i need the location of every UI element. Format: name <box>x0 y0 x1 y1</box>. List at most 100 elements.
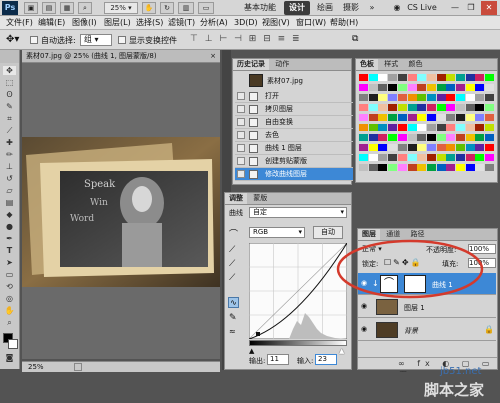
color-swatch[interactable] <box>426 104 436 111</box>
color-swatch[interactable] <box>436 94 446 101</box>
color-swatch[interactable] <box>436 164 446 171</box>
eyedropper-icon[interactable]: ⟋ <box>3 126 16 135</box>
color-swatch[interactable] <box>485 114 495 121</box>
color-swatch[interactable] <box>388 124 398 131</box>
color-swatch[interactable] <box>456 154 465 161</box>
tab-masks[interactable]: 蒙版 <box>249 193 271 204</box>
color-swatch[interactable] <box>426 154 436 161</box>
color-swatch[interactable] <box>407 154 417 161</box>
visibility-eye-icon[interactable]: ◉ <box>361 326 369 333</box>
color-swatch[interactable] <box>456 134 465 141</box>
color-swatch[interactable] <box>475 74 485 81</box>
color-swatch[interactable] <box>436 144 446 151</box>
history-snapshot[interactable]: 素材07.jpg <box>235 73 351 89</box>
menu-filter[interactable]: 滤镜(T) <box>168 16 195 30</box>
color-swatch[interactable] <box>378 164 388 171</box>
channel-dropdown[interactable]: RGB ▾ <box>249 227 305 238</box>
color-swatch[interactable] <box>485 134 495 141</box>
crop-icon[interactable]: ⌗ <box>3 114 16 123</box>
color-swatch[interactable] <box>378 154 388 161</box>
color-swatch[interactable] <box>426 74 436 81</box>
brush-icon[interactable]: ✏ <box>3 150 16 159</box>
tab-adjustments[interactable]: 调整 <box>225 193 247 204</box>
menu-select[interactable]: 选择(S) <box>136 16 163 30</box>
tab-actions[interactable]: 动作 <box>271 59 293 70</box>
healing-brush-icon[interactable]: ✚ <box>3 138 16 147</box>
move-icon[interactable]: ✥ <box>3 66 16 75</box>
color-swatch[interactable] <box>378 74 388 81</box>
color-swatch[interactable] <box>397 114 407 121</box>
color-swatch[interactable] <box>436 124 446 131</box>
color-swatch[interactable] <box>426 134 436 141</box>
history-item[interactable]: 曲线 1 图层 <box>235 142 353 155</box>
color-swatch[interactable] <box>368 114 378 121</box>
color-swatch[interactable] <box>475 144 485 151</box>
color-swatch[interactable] <box>446 154 456 161</box>
color-swatch[interactable] <box>446 114 456 121</box>
menu-file[interactable]: 文件(F) <box>6 16 33 30</box>
color-swatch[interactable] <box>368 104 378 111</box>
background-color[interactable] <box>8 339 18 349</box>
color-swatch[interactable] <box>407 144 417 151</box>
pencil-curve-icon[interactable]: ✎ <box>229 313 237 323</box>
color-swatch[interactable] <box>407 124 417 131</box>
align-buttons[interactable]: ⊤ ⊥ ⊢ ⊣ ⊞ ⊟ ≡ ≣ <box>190 34 340 46</box>
menu-help[interactable]: 帮助(H) <box>330 16 358 30</box>
marquee-icon[interactable]: ⬚ <box>3 78 16 87</box>
color-swatch[interactable] <box>397 74 407 81</box>
color-swatch[interactable] <box>417 144 427 151</box>
tab-history[interactable]: 历史记录 <box>233 59 269 70</box>
tab-styles[interactable]: 样式 <box>380 59 402 70</box>
color-swatch[interactable] <box>417 134 427 141</box>
visibility-eye-icon[interactable]: ◉ <box>361 303 369 310</box>
color-swatch[interactable] <box>359 154 368 161</box>
color-swatch[interactable] <box>359 94 368 101</box>
clone-stamp-icon[interactable]: ⊥ <box>3 162 16 171</box>
quick-mask-icon[interactable]: ◙ <box>3 353 16 362</box>
color-swatch[interactable] <box>426 124 436 131</box>
color-swatch[interactable] <box>485 154 495 161</box>
color-swatch[interactable] <box>397 154 407 161</box>
color-swatch[interactable] <box>446 84 456 91</box>
quick-select-icon[interactable]: ✎ <box>3 102 16 111</box>
dodge-icon[interactable]: ● <box>3 222 16 231</box>
move-tool-icon[interactable]: ✥▾ <box>6 34 19 45</box>
color-swatch[interactable] <box>368 144 378 151</box>
color-swatch[interactable] <box>475 94 485 101</box>
color-swatch[interactable] <box>475 124 485 131</box>
color-swatch[interactable] <box>407 104 417 111</box>
color-swatch[interactable] <box>446 104 456 111</box>
color-swatch[interactable] <box>475 114 485 121</box>
color-swatch[interactable] <box>426 164 436 171</box>
color-swatch[interactable] <box>368 124 378 131</box>
color-swatch[interactable] <box>378 94 388 101</box>
rotate-view-icon[interactable]: ↻ <box>160 2 174 14</box>
close-button[interactable]: ✕ <box>481 1 497 15</box>
color-swatch[interactable] <box>417 114 427 121</box>
status-arrow-icon[interactable] <box>74 363 82 371</box>
color-swatch[interactable] <box>465 74 475 81</box>
history-item[interactable]: 拷贝图层 <box>235 103 353 116</box>
color-swatch[interactable] <box>426 114 436 121</box>
color-swatch[interactable] <box>397 84 407 91</box>
color-swatch[interactable] <box>388 154 398 161</box>
lasso-icon[interactable]: ʘ <box>3 90 16 99</box>
menu-view[interactable]: 视图(V) <box>262 16 290 30</box>
hand-icon[interactable]: ✋ <box>3 306 16 315</box>
color-swatch[interactable] <box>456 124 465 131</box>
color-swatch[interactable] <box>417 74 427 81</box>
color-swatch[interactable] <box>359 124 368 131</box>
color-swatch[interactable] <box>465 134 475 141</box>
color-swatch[interactable] <box>456 94 465 101</box>
color-swatch[interactable] <box>485 104 495 111</box>
mini-bridge-icon[interactable]: ▤ <box>42 2 56 14</box>
color-swatch[interactable] <box>388 84 398 91</box>
input-input[interactable]: 23 <box>315 354 337 365</box>
color-swatch[interactable] <box>465 84 475 91</box>
color-swatch[interactable] <box>426 84 436 91</box>
workspace-design[interactable]: 设计 <box>284 1 310 15</box>
3d-rotate-icon[interactable]: ⟲ <box>3 282 16 291</box>
shape-icon[interactable]: ▭ <box>3 270 16 279</box>
color-swatch[interactable] <box>378 144 388 151</box>
cs-live-button[interactable]: CS Live <box>404 1 440 15</box>
